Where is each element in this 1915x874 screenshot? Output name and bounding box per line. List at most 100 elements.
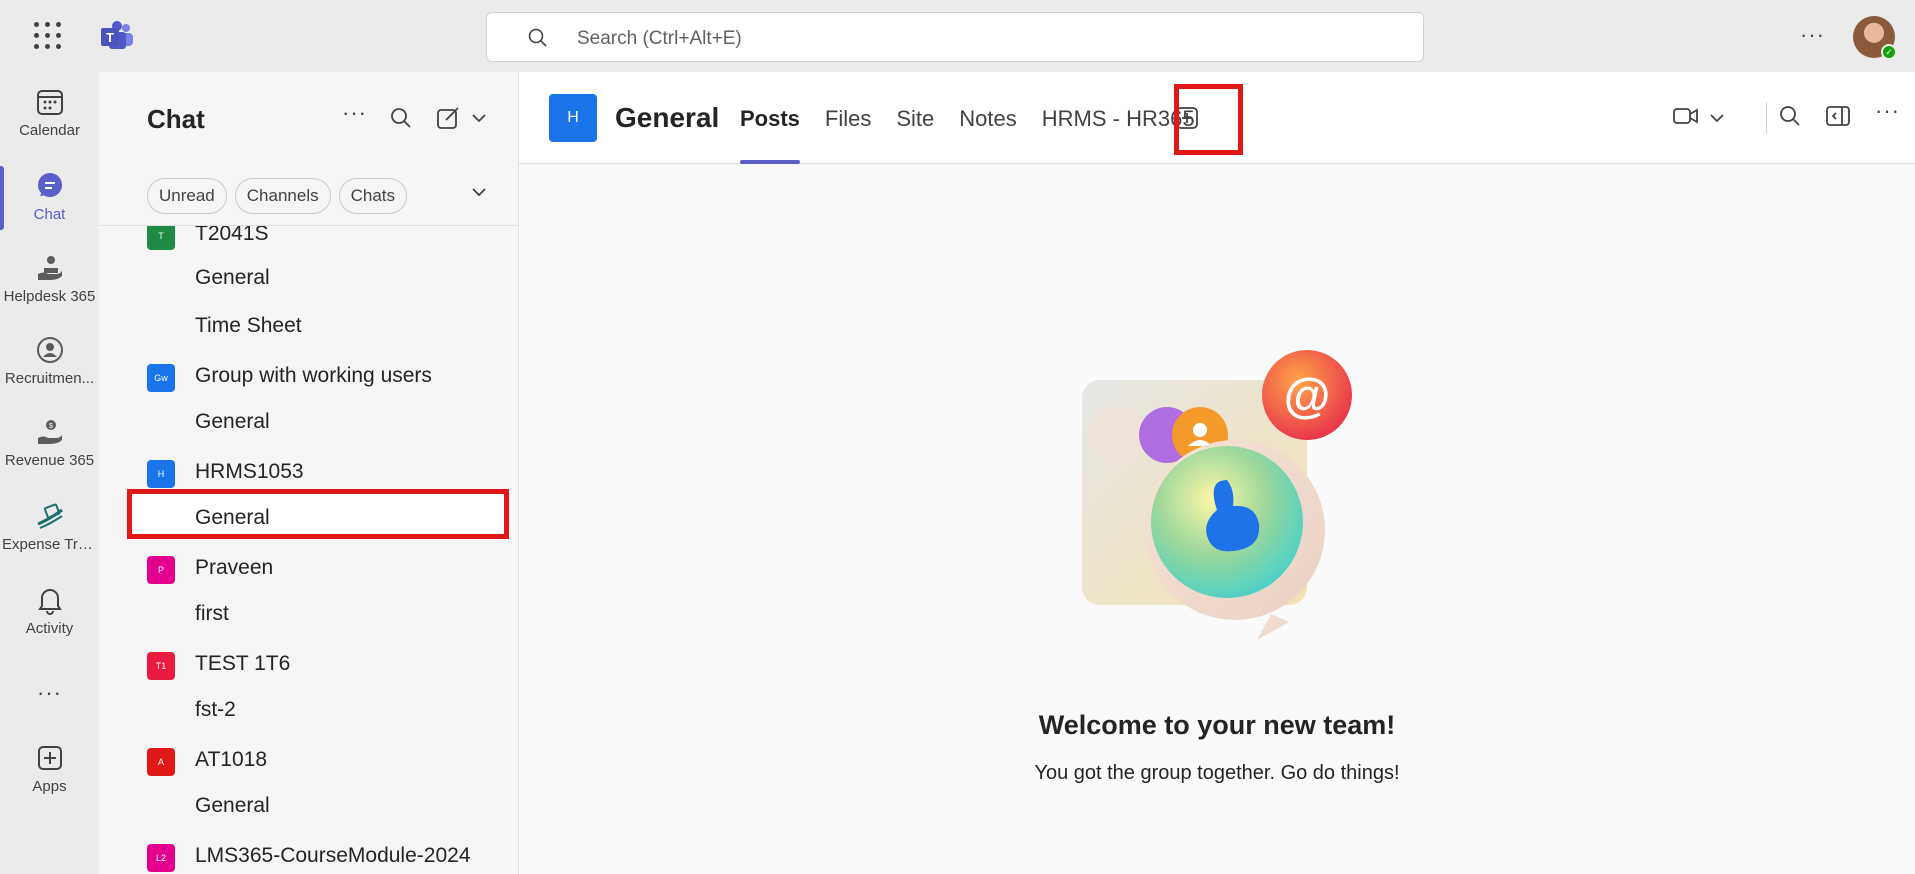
list-item-channel[interactable]: General xyxy=(99,400,519,444)
svg-text:$: $ xyxy=(49,423,53,430)
rail-item-apps[interactable]: Apps xyxy=(0,742,99,822)
team-avatar: T xyxy=(147,226,175,250)
team-name: T2041S xyxy=(195,226,269,245)
welcome-title: Welcome to your new team! xyxy=(1038,710,1396,740)
new-chat-icon[interactable] xyxy=(436,106,462,130)
tab-bar: Posts Files Site Notes HRMS - HR365 xyxy=(740,106,1220,164)
list-item-channel[interactable]: first xyxy=(99,592,519,636)
rail-label: Helpdesk 365 xyxy=(3,288,96,305)
chevron-down-icon[interactable] xyxy=(471,186,487,198)
svg-text:@: @ xyxy=(1284,370,1331,423)
page-title: General xyxy=(615,102,720,133)
tab-site[interactable]: Site xyxy=(896,106,934,164)
bell-icon xyxy=(37,589,62,615)
side-panel-icon[interactable] xyxy=(1825,104,1851,128)
team-avatar: H xyxy=(147,460,175,488)
team-avatar: A xyxy=(147,748,175,776)
posts-content: @ Welcome to your new team! You got the … xyxy=(519,165,1915,874)
chat-list-pane: Chat ··· Unread Channels Chats T T2041S … xyxy=(99,72,519,874)
helpdesk-icon xyxy=(37,256,62,280)
chevron-down-icon[interactable] xyxy=(1709,112,1725,124)
pane-title: Chat xyxy=(147,104,205,134)
more-apps-icon[interactable]: ··· xyxy=(0,680,99,710)
rail-item-revenue[interactable]: $ Revenue 365 xyxy=(0,416,99,496)
chat-icon xyxy=(37,173,62,197)
expense-icon xyxy=(36,503,63,529)
chevron-down-icon[interactable] xyxy=(471,112,487,124)
highlight-add-tab xyxy=(1174,84,1243,155)
rail-item-recruitment[interactable]: Recruitmen... xyxy=(0,334,99,414)
app-launcher-icon[interactable] xyxy=(34,22,62,50)
search-icon[interactable] xyxy=(1778,104,1802,128)
list-item-team[interactable]: A AT1018 xyxy=(99,738,519,782)
team-name: HRMS1053 xyxy=(195,460,304,483)
apps-icon xyxy=(37,746,62,770)
team-avatar: L2 xyxy=(147,844,175,872)
rail-label: Revenue 365 xyxy=(4,452,95,469)
rail-item-helpdesk[interactable]: Helpdesk 365 xyxy=(0,252,99,332)
channel-name: first xyxy=(195,602,229,625)
search-placeholder: Search (Ctrl+Alt+E) xyxy=(577,28,742,49)
recruitment-icon xyxy=(36,337,63,363)
video-call-icon[interactable] xyxy=(1672,104,1700,128)
list-item-team[interactable]: P Praveen xyxy=(99,546,519,590)
rail-item-expense[interactable]: Expense Tra... xyxy=(0,500,99,580)
title-bar: T Search (Ctrl+Alt+E) ··· ✓ xyxy=(0,0,1915,72)
filter-channels[interactable]: Channels xyxy=(234,178,331,214)
team-name: Group with working users xyxy=(195,364,432,387)
list-item-channel[interactable]: fst-2 xyxy=(99,688,519,732)
rail-label: Calendar xyxy=(19,122,80,139)
rail-label: Expense Tra... xyxy=(2,536,99,553)
list-item-team[interactable]: H HRMS1053 xyxy=(99,450,519,494)
list-item-channel[interactable]: Time Sheet xyxy=(99,304,519,348)
team-avatar: H xyxy=(549,94,597,142)
channel-name: fst-2 xyxy=(195,698,236,721)
calendar-icon xyxy=(36,90,63,115)
channel-name: Time Sheet xyxy=(195,314,302,337)
revenue-icon: $ xyxy=(37,420,62,444)
search-input[interactable]: Search (Ctrl+Alt+E) xyxy=(486,12,1424,62)
team-name: LMS365-CourseModule-2024 xyxy=(195,844,471,867)
team-name: AT1018 xyxy=(195,748,267,771)
list-item-team[interactable]: L2 LMS365-CourseModule-2024 xyxy=(99,834,519,874)
list-item-team[interactable]: T1 TEST 1T6 xyxy=(99,642,519,686)
list-item-channel[interactable]: General xyxy=(99,784,519,828)
rail-item-chat[interactable]: Chat xyxy=(0,170,99,250)
rail-label: Activity xyxy=(25,620,74,637)
list-item-team[interactable]: T T2041S xyxy=(99,226,519,256)
welcome-subtitle: You got the group together. Go do things… xyxy=(1034,762,1400,784)
avatar[interactable]: ✓ xyxy=(1853,16,1897,60)
rail-item-calendar[interactable]: Calendar xyxy=(0,86,99,166)
svg-text:T: T xyxy=(106,30,114,45)
filter-unread[interactable]: Unread xyxy=(147,178,227,214)
channel-name: General xyxy=(195,794,270,817)
more-options-icon[interactable]: ··· xyxy=(1875,98,1900,124)
list-item-channel[interactable]: General xyxy=(99,256,519,300)
more-options-icon[interactable]: ··· xyxy=(1800,22,1825,48)
filter-chats[interactable]: Chats xyxy=(338,178,408,214)
tab-posts[interactable]: Posts xyxy=(740,106,800,164)
team-avatar: T1 xyxy=(147,652,175,680)
chat-list: T T2041S General Time Sheet Gw Group wit… xyxy=(99,226,519,874)
rail-label: Recruitmen... xyxy=(4,370,95,387)
welcome-illustration: @ xyxy=(1082,350,1352,640)
search-icon[interactable] xyxy=(389,106,413,130)
highlight-selected-channel xyxy=(127,489,509,539)
list-item-team[interactable]: Gw Group with working users xyxy=(99,354,519,398)
filter-bar: Unread Channels Chats xyxy=(147,178,408,214)
rail-item-activity[interactable]: Activity xyxy=(0,584,99,664)
tab-notes[interactable]: Notes xyxy=(959,106,1016,164)
team-avatar: Gw xyxy=(147,364,175,392)
team-avatar: P xyxy=(147,556,175,584)
teams-logo-icon: T xyxy=(101,21,133,49)
channel-name: General xyxy=(195,410,270,433)
search-icon xyxy=(528,28,547,47)
app-rail: Calendar Chat Helpdesk 365 Recruitmen...… xyxy=(0,72,99,874)
tab-hrms[interactable]: HRMS - HR365 xyxy=(1042,106,1195,164)
rail-label: Chat xyxy=(33,206,66,223)
tab-files[interactable]: Files xyxy=(825,106,871,164)
more-options-icon[interactable]: ··· xyxy=(342,100,367,126)
status-available-icon: ✓ xyxy=(1881,44,1897,60)
team-name: Praveen xyxy=(195,556,274,579)
divider xyxy=(1766,102,1767,134)
